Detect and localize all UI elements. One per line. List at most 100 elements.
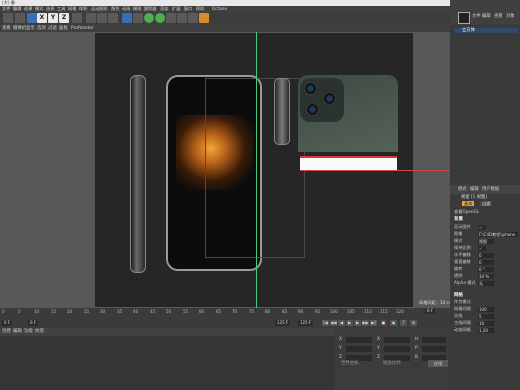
- move-icon[interactable]: [15, 13, 25, 23]
- autokey-icon[interactable]: ◉: [390, 320, 397, 326]
- material-menu-function[interactable]: 功能: [24, 328, 33, 336]
- view-menu-prorender[interactable]: ProRender: [71, 25, 94, 32]
- current-frame-field[interactable]: 0 F: [2, 320, 13, 326]
- camera-icon[interactable]: [188, 13, 198, 23]
- next-key-icon[interactable]: ▶▶: [362, 320, 369, 326]
- keep-ratio-checkbox[interactable]: ✓: [478, 245, 486, 251]
- axis-x-button[interactable]: X: [37, 13, 47, 23]
- cube-icon[interactable]: [122, 13, 132, 23]
- light-icon[interactable]: [199, 13, 209, 23]
- tab-basic[interactable]: 基本: [462, 201, 475, 206]
- render-picture-icon[interactable]: [97, 13, 107, 23]
- go-start-icon[interactable]: |◀: [322, 320, 329, 326]
- prop-row: 动态网格 1.20: [454, 327, 518, 333]
- om-menu-edit[interactable]: 编辑: [482, 13, 491, 19]
- timeline-tick: 50: [166, 309, 172, 314]
- tab-view-label[interactable]: 查看OpenGL: [454, 209, 479, 215]
- axis-z-button[interactable]: Z: [59, 13, 69, 23]
- prop-row: 次线 5: [454, 313, 518, 319]
- view-menu-camera[interactable]: 摄像机: [13, 25, 26, 32]
- prop-row: 显示图片 ✓: [454, 224, 518, 230]
- prop-label: 模式: [454, 238, 463, 243]
- attr-menu-mode[interactable]: 模式: [458, 186, 467, 192]
- timeline-tick: 45: [150, 309, 156, 314]
- view-menu-panel[interactable]: 面板: [59, 25, 68, 32]
- record-icon[interactable]: ●: [380, 320, 387, 326]
- timeline-tick: 95: [315, 309, 321, 314]
- play-icon[interactable]: ▶: [346, 320, 353, 326]
- prev-frame-icon[interactable]: ◀: [338, 320, 345, 326]
- attr-menu-userdata[interactable]: 用户数据: [482, 186, 499, 192]
- phone-side-view-image-2: [274, 78, 290, 145]
- mode-select[interactable]: 视图: [478, 238, 494, 244]
- grid-spacing-field[interactable]: 100: [478, 306, 494, 312]
- key-settings-icon[interactable]: ?: [400, 320, 407, 326]
- view-menu-filter[interactable]: 过滤: [48, 25, 57, 32]
- coord-label: Z: [377, 355, 381, 360]
- material-manager[interactable]: [0, 336, 335, 390]
- scene-icon[interactable]: [177, 13, 187, 23]
- undo-icon[interactable]: [3, 13, 13, 23]
- keyframe-icon[interactable]: ⊕: [410, 320, 417, 326]
- coord-mode-select[interactable]: 世界坐标: [341, 360, 359, 368]
- deformer-icon[interactable]: [166, 13, 176, 23]
- material-menu-edit[interactable]: 编辑: [13, 328, 22, 336]
- mograph-cloner-icon[interactable]: [155, 13, 165, 23]
- show-image-checkbox[interactable]: ✓: [478, 224, 486, 230]
- om-menu-object[interactable]: 对象: [506, 13, 515, 19]
- view-menu-options[interactable]: 选项: [37, 25, 46, 32]
- alpha-mode-select[interactable]: 无: [478, 280, 494, 286]
- om-menu-file[interactable]: 文件: [472, 13, 481, 19]
- scale-icon[interactable]: [27, 13, 37, 23]
- apply-button[interactable]: 应用: [428, 360, 448, 367]
- axis-y-button[interactable]: Y: [48, 13, 58, 23]
- coord-system-icon[interactable]: [72, 13, 82, 23]
- next-frame-icon[interactable]: ▶: [354, 320, 361, 326]
- render-view-icon[interactable]: [86, 13, 96, 23]
- image-path-field[interactable]: F:\C4D教程\iphone: [478, 231, 518, 237]
- rotation-h-field[interactable]: [422, 337, 446, 343]
- position-y-field[interactable]: [346, 346, 372, 352]
- timeline-tick: 90: [298, 309, 304, 314]
- scale-y-field[interactable]: [384, 346, 410, 352]
- section-grid: 网格: [454, 293, 463, 298]
- prev-key-icon[interactable]: ◀◀: [330, 320, 337, 326]
- v-offset-field[interactable]: 0: [478, 259, 494, 265]
- h-offset-field[interactable]: 0: [478, 252, 494, 258]
- pen-icon[interactable]: [133, 13, 143, 23]
- major-spacing-field[interactable]: 10: [478, 320, 494, 326]
- material-menu-create[interactable]: 创建: [2, 328, 11, 336]
- material-menu-texture[interactable]: 纹理: [35, 328, 44, 336]
- go-end-icon[interactable]: ▶|: [370, 320, 377, 326]
- coord-row: X X H: [337, 336, 447, 344]
- view-menu-display[interactable]: 显示: [26, 25, 35, 32]
- timeline[interactable]: 0 5 10 15 20 25 30 35 40 45 50 55 60 65 …: [0, 308, 450, 328]
- timeline-tick: 20: [67, 309, 73, 314]
- timeline-tick: 30: [100, 309, 106, 314]
- avatar[interactable]: [458, 12, 470, 24]
- rotation-p-field[interactable]: [422, 346, 446, 352]
- object-name[interactable]: 立方体: [462, 28, 475, 33]
- rotation-field[interactable]: 0 °: [478, 266, 494, 272]
- object-outline: [205, 78, 305, 258]
- render-settings-icon[interactable]: [108, 13, 118, 23]
- start-frame-field[interactable]: 0 F: [28, 320, 39, 326]
- dynamic-grid-field[interactable]: 1.20: [478, 327, 494, 333]
- end-frame-field[interactable]: 125 F: [275, 320, 291, 326]
- tab-filter[interactable]: 过滤: [480, 201, 493, 206]
- position-x-field[interactable]: [346, 337, 372, 343]
- om-menu-view[interactable]: 查看: [494, 13, 503, 19]
- view-menu-view[interactable]: 查看: [2, 25, 11, 32]
- transparency-field[interactable]: 34 %: [478, 273, 494, 279]
- attr-menu-edit[interactable]: 编辑: [470, 186, 479, 192]
- camera-lens-icon: [322, 91, 337, 106]
- minor-lines-field[interactable]: 5: [478, 313, 494, 319]
- prop-label: 主线间隔: [454, 320, 471, 325]
- timeline-tick: 15: [51, 309, 57, 314]
- coord-label: H: [415, 337, 419, 342]
- preview-end-field[interactable]: 125 F: [298, 320, 314, 326]
- prop-row: 主线间隔 10: [454, 320, 518, 326]
- scale-mode-select[interactable]: 缩放比例: [383, 360, 401, 368]
- scale-x-field[interactable]: [384, 337, 410, 343]
- subdivision-icon[interactable]: [144, 13, 154, 23]
